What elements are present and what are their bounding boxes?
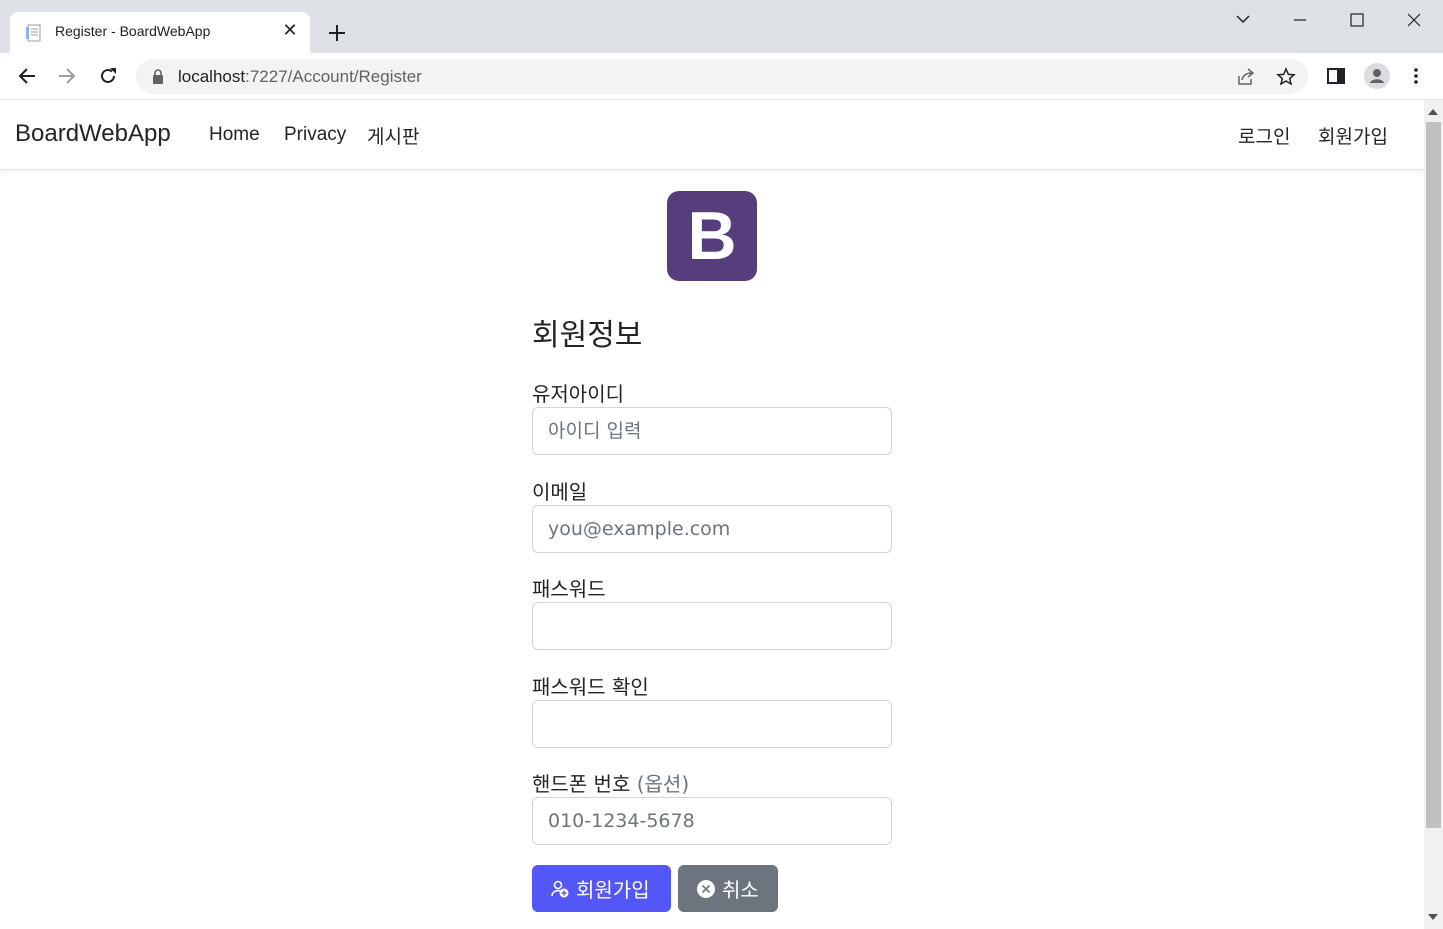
- phone-label-text: 핸드폰 번호: [532, 772, 631, 796]
- site-navbar: BoardWebApp Home Privacy 게시판 로그인 회원가입: [0, 100, 1424, 170]
- profile-icon[interactable]: [1364, 63, 1390, 89]
- email-input[interactable]: [532, 505, 892, 553]
- email-label: 이메일: [532, 480, 588, 504]
- phone-input[interactable]: [532, 797, 892, 845]
- x-circle-icon: [697, 879, 715, 898]
- nav-link-register[interactable]: 회원가입: [1318, 122, 1388, 149]
- scroll-up-arrow-icon[interactable]: [1428, 109, 1438, 115]
- tab-title: Register - BoardWebApp: [55, 23, 211, 39]
- lock-icon: [153, 69, 163, 84]
- new-tab-icon[interactable]: [322, 18, 352, 48]
- password-confirm-input[interactable]: [532, 700, 892, 748]
- nav-link-home[interactable]: Home: [209, 124, 260, 146]
- nav-link-privacy[interactable]: Privacy: [284, 124, 346, 146]
- password-confirm-label: 패스워드 확인: [532, 675, 649, 699]
- minimize-icon[interactable]: [1280, 6, 1320, 34]
- navbar-brand[interactable]: BoardWebApp: [15, 120, 171, 148]
- phone-label: 핸드폰 번호 (옵션): [532, 768, 689, 797]
- register-button-label: 회원가입: [576, 878, 650, 902]
- page-scrollbar[interactable]: [1424, 100, 1443, 929]
- nav-link-board[interactable]: 게시판: [367, 122, 419, 149]
- page-viewport: BoardWebApp Home Privacy 게시판 로그인 회원가입 B …: [0, 100, 1424, 929]
- bootstrap-logo: B: [667, 191, 757, 281]
- url-text: localhost:7227/Account/Register: [178, 67, 422, 87]
- password-label: 패스워드: [532, 577, 606, 601]
- scroll-thumb[interactable]: [1426, 122, 1441, 828]
- tab-search-icon[interactable]: [1223, 6, 1263, 34]
- url-path: :7227/Account/Register: [245, 67, 422, 86]
- address-bar[interactable]: localhost:7227/Account/Register: [136, 59, 1308, 94]
- maximize-icon[interactable]: [1337, 6, 1377, 34]
- side-panel-icon[interactable]: [1325, 65, 1347, 87]
- bookmark-star-icon[interactable]: [1276, 67, 1296, 87]
- url-host: localhost: [178, 67, 246, 86]
- password-input[interactable]: [532, 602, 892, 650]
- favicon-icon: [26, 24, 41, 42]
- browser-toolbar: localhost:7227/Account/Register: [0, 53, 1443, 100]
- window-close-icon[interactable]: [1394, 6, 1434, 34]
- share-icon[interactable]: [1236, 67, 1256, 87]
- close-tab-icon[interactable]: ✕: [280, 21, 300, 41]
- back-icon[interactable]: [16, 65, 38, 87]
- forward-icon[interactable]: [56, 65, 78, 87]
- reload-icon[interactable]: [97, 65, 119, 87]
- form-heading: 회원정보: [532, 318, 643, 353]
- cancel-button-label: 취소: [722, 878, 759, 902]
- nav-link-login[interactable]: 로그인: [1238, 122, 1290, 149]
- browser-titlebar: Register - BoardWebApp ✕: [0, 0, 1443, 53]
- phone-label-optional: (옵션): [636, 772, 690, 796]
- kebab-menu-icon[interactable]: [1405, 65, 1427, 87]
- register-button[interactable]: 회원가입: [532, 865, 671, 912]
- browser-tab[interactable]: Register - BoardWebApp ✕: [10, 12, 310, 53]
- cancel-button[interactable]: 취소: [678, 865, 778, 912]
- username-input[interactable]: [532, 407, 892, 455]
- person-add-icon: [551, 880, 569, 897]
- username-label: 유저아이디: [532, 382, 624, 406]
- scroll-down-arrow-icon[interactable]: [1428, 914, 1438, 920]
